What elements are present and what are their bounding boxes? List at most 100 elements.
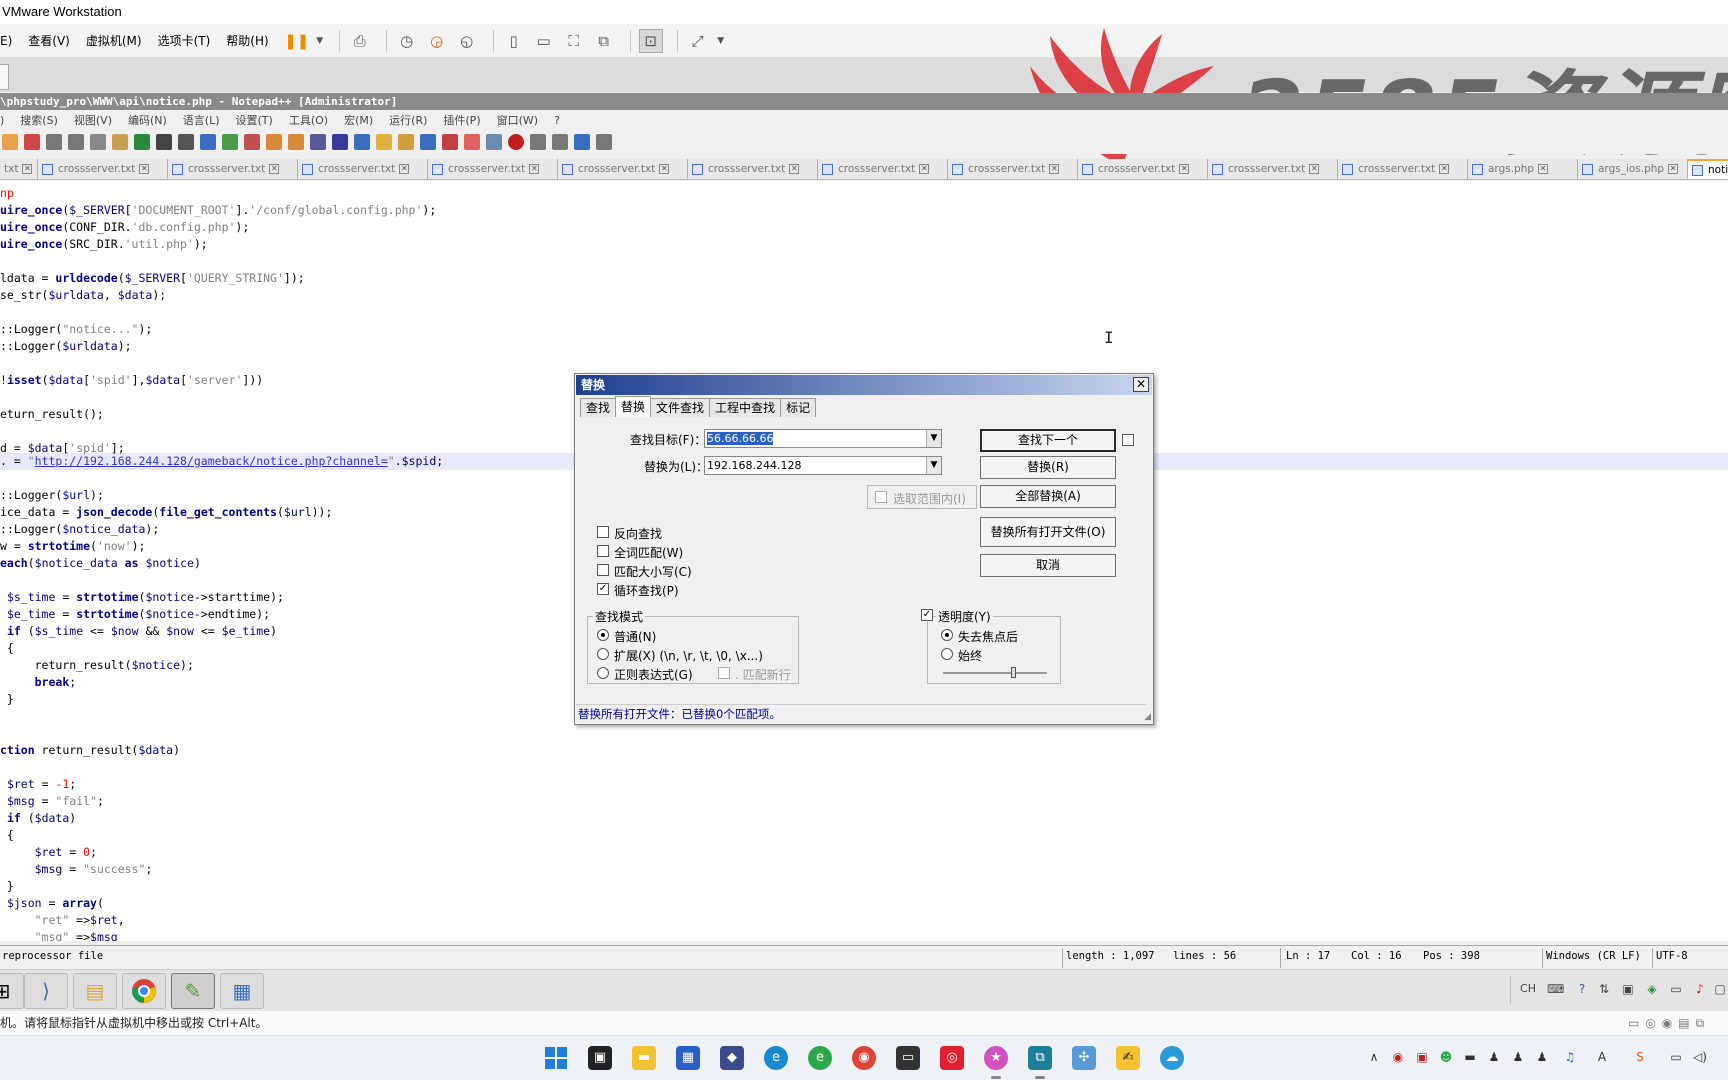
zoom-out-icon[interactable]	[244, 134, 260, 150]
file-tab[interactable]: args.php ✕	[1468, 159, 1578, 179]
replace-all-open-docs-button[interactable]: 替换所有打开文件(O)	[980, 517, 1116, 547]
resize-grip-icon[interactable]: ◢	[1144, 712, 1151, 722]
close-icon[interactable]: ✕	[139, 164, 150, 174]
stretch-icon[interactable]: ⤢	[686, 29, 710, 53]
find-what-input[interactable]: 56.66.66.66 ▼	[704, 429, 942, 448]
close-icon[interactable]: ✕	[1133, 377, 1149, 392]
qq-icon[interactable]: ♟	[1510, 1050, 1526, 1066]
file-tab[interactable]: crossserver.txt ✕	[948, 159, 1078, 179]
status-encoding[interactable]: UTF-8	[1656, 950, 1688, 962]
paste-icon[interactable]	[112, 134, 128, 150]
close-icon[interactable]: ✕	[1049, 164, 1060, 174]
vm-menu-vm[interactable]: 虚拟机(M)	[86, 32, 142, 49]
snapshot-icon[interactable]: ◷	[395, 29, 419, 53]
start-button[interactable]: ⊞	[0, 973, 24, 1009]
network-app-icon[interactable]: ✣	[1072, 1046, 1096, 1070]
status-eol[interactable]: Windows (CR LF)	[1546, 950, 1641, 962]
notepadpp-icon[interactable]: ✎	[171, 973, 215, 1009]
microphone-icon[interactable]: ♫	[1562, 1050, 1578, 1066]
npp-menu-help[interactable]: ?	[554, 114, 560, 127]
close-icon[interactable]: ✕	[1179, 164, 1190, 174]
windows-start-icon[interactable]	[544, 1046, 568, 1070]
file-tab[interactable]: crossserver.txt ✕	[1208, 159, 1338, 179]
volume-icon[interactable]: ◁)	[1692, 1050, 1708, 1066]
close-icon[interactable]: ✕	[789, 164, 800, 174]
revert-snapshot-icon[interactable]: ◶	[425, 29, 449, 53]
vm-menu-help[interactable]: 帮助(H)	[226, 32, 268, 49]
indent-guide-icon[interactable]	[354, 134, 370, 150]
redo-icon[interactable]	[156, 134, 172, 150]
shield-icon[interactable]: ◈	[1644, 982, 1660, 998]
find-next-button[interactable]: 查找下一个	[980, 429, 1116, 452]
keyboard-icon[interactable]: ⌨	[1547, 982, 1564, 998]
find-icon[interactable]	[178, 134, 194, 150]
close-icon[interactable]: ✕	[1668, 164, 1679, 174]
close-icon[interactable]: ✕	[399, 164, 410, 174]
input-method-icon[interactable]: S	[1632, 1050, 1648, 1066]
print-icon[interactable]	[46, 134, 62, 150]
close-icon[interactable]: ✕	[919, 164, 930, 174]
wrap-icon[interactable]	[310, 134, 326, 150]
npp-menu-encoding[interactable]: 编码(N)	[128, 112, 167, 128]
function-list-icon[interactable]	[420, 134, 436, 150]
mode-regex-radio[interactable]	[597, 667, 609, 679]
thumbnail-icon[interactable]: ▭	[532, 29, 556, 53]
wrap-around-checkbox[interactable]: ✓	[597, 583, 609, 595]
record-macro-icon[interactable]	[508, 134, 524, 150]
trans-lose-focus-radio[interactable]	[941, 629, 953, 641]
tab-find-in-files[interactable]: 文件查找	[650, 398, 711, 417]
vm-device-icons[interactable]: ▭◎◉▤⧉	[1628, 1011, 1710, 1035]
unity-icon[interactable]: ⧉	[592, 29, 616, 53]
undo-icon[interactable]	[134, 134, 150, 150]
file-tab[interactable]: crossserver.txt ✕	[428, 159, 558, 179]
notification-icon[interactable]: ▢	[1712, 982, 1728, 998]
save-icon[interactable]	[2, 134, 18, 150]
wechat-icon[interactable]: ☻	[1438, 1050, 1454, 1066]
chevron-down-icon[interactable]: ▼	[716, 29, 726, 53]
volume-muted-icon[interactable]: ♪	[1692, 982, 1708, 998]
file-explorer-icon[interactable]: ▤	[73, 973, 117, 1009]
find-next-option-checkbox[interactable]	[1122, 434, 1134, 446]
chrome-host-icon[interactable]: ◉	[852, 1046, 876, 1070]
control-panel-icon[interactable]: ▦	[220, 973, 264, 1009]
tab-mark[interactable]: 标记	[780, 398, 817, 417]
snapshot-manager-icon[interactable]: ◵	[455, 29, 479, 53]
terminal-icon[interactable]: ▭	[896, 1046, 920, 1070]
file-tab[interactable]: txt ✕	[0, 159, 38, 179]
chevron-down-icon[interactable]: ▼	[926, 430, 941, 447]
close-icon[interactable]: ✕	[529, 164, 540, 174]
sync-h-icon[interactable]	[288, 134, 304, 150]
chevron-up-icon[interactable]: ∧	[1366, 1050, 1382, 1066]
npp-menu-search[interactable]: 搜索(S)	[20, 112, 58, 128]
file-tab-active[interactable]: notice.	[1688, 159, 1728, 179]
stop-macro-icon[interactable]	[530, 134, 546, 150]
app-icon[interactable]: ◆	[720, 1046, 744, 1070]
star-app-icon[interactable]: ★	[984, 1046, 1008, 1079]
run-macro-multiple-icon[interactable]	[574, 134, 590, 150]
file-tab[interactable]: crossserver.txt ✕	[168, 159, 298, 179]
eye-icon[interactable]	[486, 134, 502, 150]
cloud-app-icon[interactable]: ☁	[1160, 1046, 1184, 1070]
vmware-icon[interactable]: ⧉	[1028, 1046, 1052, 1079]
copy-icon[interactable]	[90, 134, 106, 150]
browser-icon[interactable]: e	[808, 1046, 832, 1070]
play-macro-icon[interactable]	[552, 134, 568, 150]
explorer-icon[interactable]: ▬	[632, 1046, 656, 1070]
file-tab[interactable]: crossserver.txt ✕	[688, 159, 818, 179]
save-macro-icon[interactable]	[596, 134, 612, 150]
sync-v-icon[interactable]	[266, 134, 282, 150]
vm-tab[interactable]	[0, 64, 9, 90]
netease-music-icon[interactable]: ◎	[940, 1046, 964, 1070]
transparency-slider-track[interactable]	[943, 672, 1047, 674]
tab-find-in-projects[interactable]: 工程中查找	[709, 398, 782, 417]
udl-icon[interactable]	[376, 134, 392, 150]
zoom-in-icon[interactable]	[222, 134, 238, 150]
edge-icon[interactable]: e	[764, 1046, 788, 1070]
npp-menu-run[interactable]: 运行(R)	[389, 112, 427, 128]
qq-icon[interactable]: ♟	[1534, 1050, 1550, 1066]
powershell-icon[interactable]: ⟩	[24, 973, 68, 1009]
qq-icon[interactable]: ♟	[1486, 1050, 1502, 1066]
font-icon[interactable]: A	[1594, 1050, 1610, 1066]
file-tab[interactable]: crossserver.txt ✕	[1078, 159, 1208, 179]
trans-always-radio[interactable]	[941, 648, 953, 660]
